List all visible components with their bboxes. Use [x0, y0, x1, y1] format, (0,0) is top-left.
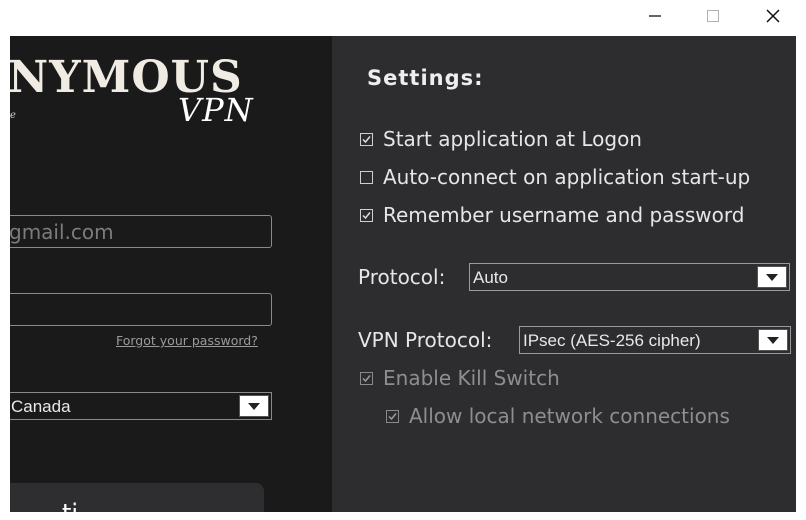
- auto-connect-label: Auto-connect on application start-up: [383, 165, 751, 189]
- protocol-label: Protocol:: [358, 265, 446, 289]
- vpn-protocol-label: VPN Protocol:: [358, 328, 493, 352]
- settings-title: Settings:: [367, 66, 484, 90]
- local-network-option[interactable]: Allow local network connections: [386, 404, 730, 428]
- forgot-password-link[interactable]: Forgot your password?: [116, 333, 258, 348]
- local-network-label: Allow local network connections: [409, 404, 730, 428]
- start-at-logon-option[interactable]: Start application at Logon: [360, 127, 642, 151]
- password-input[interactable]: [10, 293, 272, 326]
- country-dropdown-button[interactable]: [239, 395, 269, 417]
- protocol-dropdown-button[interactable]: [757, 266, 787, 288]
- protocol-select[interactable]: Auto: [469, 263, 790, 291]
- maximize-button[interactable]: [690, 0, 736, 32]
- chevron-down-icon: [767, 336, 779, 344]
- country-select[interactable]: Canada: [10, 392, 272, 420]
- minimize-icon: [649, 15, 661, 17]
- email-value: gmail.com: [10, 220, 114, 244]
- checkbox-checked-icon[interactable]: [360, 208, 373, 222]
- checkbox-unchecked-icon[interactable]: [360, 170, 373, 184]
- title-bar: [0, 0, 806, 36]
- close-button[interactable]: [750, 0, 796, 32]
- country-value: Canada: [11, 397, 71, 416]
- settings-panel: Settings: Start application at Logon Aut…: [332, 36, 796, 512]
- maximize-icon: [707, 10, 719, 22]
- logo-tagline: e: [10, 110, 16, 121]
- minimize-button[interactable]: [632, 0, 678, 32]
- kill-switch-option[interactable]: Enable Kill Switch: [360, 366, 560, 390]
- vpn-protocol-value: IPsec (AES-256 cipher): [523, 331, 701, 350]
- start-at-logon-label: Start application at Logon: [383, 127, 642, 151]
- checkbox-checked-icon[interactable]: [360, 371, 373, 385]
- close-icon: [766, 9, 780, 23]
- kill-switch-label: Enable Kill Switch: [383, 366, 560, 390]
- auto-connect-option[interactable]: Auto-connect on application start-up: [360, 165, 750, 189]
- vpn-protocol-select[interactable]: IPsec (AES-256 cipher): [519, 326, 791, 354]
- app-client-area: NYMOUS VPN e gmail.com Forgot your passw…: [10, 36, 796, 512]
- login-panel: NYMOUS VPN e gmail.com Forgot your passw…: [10, 36, 332, 512]
- remember-credentials-option[interactable]: Remember username and password: [360, 203, 744, 227]
- chevron-down-icon: [766, 273, 778, 281]
- logo-vpn: VPN: [178, 91, 254, 129]
- protocol-value: Auto: [473, 268, 508, 287]
- vpn-protocol-dropdown-button[interactable]: [758, 329, 788, 351]
- checkbox-checked-icon[interactable]: [360, 132, 373, 146]
- connect-button[interactable]: ti: [10, 483, 264, 512]
- remember-credentials-label: Remember username and password: [383, 203, 745, 227]
- connect-label: ti: [62, 499, 78, 512]
- chevron-down-icon: [248, 402, 260, 410]
- email-input[interactable]: gmail.com: [10, 215, 272, 248]
- checkbox-checked-icon[interactable]: [386, 409, 399, 423]
